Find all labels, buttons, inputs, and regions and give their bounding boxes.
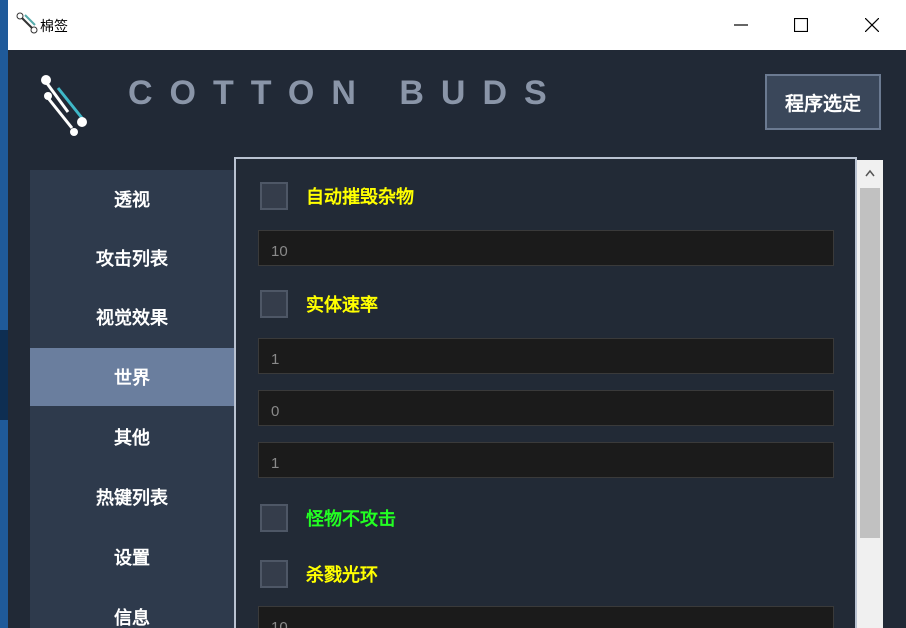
auto-destroy-input[interactable] bbox=[258, 230, 834, 266]
auto-destroy-checkbox[interactable] bbox=[260, 182, 288, 210]
maximize-icon bbox=[794, 18, 808, 32]
sidebar-item-world[interactable]: 世界 bbox=[30, 348, 234, 406]
entity-speed-input-1[interactable] bbox=[258, 338, 834, 374]
close-icon bbox=[865, 18, 879, 32]
cotton-bud-logo-icon bbox=[41, 75, 87, 136]
desktop-background bbox=[0, 330, 8, 420]
app-header-title: COTTON BUDS bbox=[128, 74, 564, 112]
app-window: 棉签 COTTON BUDS 程序选定 透视 攻击列表 视觉效果 世界 其他 热… bbox=[8, 0, 906, 628]
kill-aura-checkbox[interactable] bbox=[260, 560, 288, 588]
window-title: 棉签 bbox=[40, 19, 68, 35]
entity-speed-input-2[interactable] bbox=[258, 390, 834, 426]
sidebar-item-info[interactable]: 信息 bbox=[30, 588, 234, 628]
cotton-bud-icon bbox=[16, 12, 38, 34]
entity-speed-label: 实体速率 bbox=[306, 295, 378, 316]
sidebar-item-settings[interactable]: 设置 bbox=[30, 528, 234, 586]
scroll-up-button[interactable] bbox=[857, 160, 883, 186]
sidebar-item-other[interactable]: 其他 bbox=[30, 408, 234, 466]
content-scrollbar[interactable] bbox=[857, 160, 883, 628]
chevron-up-icon bbox=[865, 169, 875, 177]
minimize-button[interactable] bbox=[718, 0, 764, 50]
maximize-button[interactable] bbox=[778, 0, 824, 50]
kill-aura-label: 杀戮光环 bbox=[306, 565, 378, 586]
sidebar-nav: 透视 攻击列表 视觉效果 世界 其他 热键列表 设置 信息 bbox=[30, 170, 234, 628]
close-button[interactable] bbox=[849, 0, 895, 50]
auto-destroy-label: 自动摧毁杂物 bbox=[306, 187, 414, 208]
mob-no-attack-label: 怪物不攻击 bbox=[306, 509, 396, 530]
mob-no-attack-checkbox[interactable] bbox=[260, 504, 288, 532]
scroll-thumb[interactable] bbox=[860, 188, 880, 538]
kill-aura-input[interactable] bbox=[258, 606, 834, 628]
sidebar-item-attack-list[interactable]: 攻击列表 bbox=[30, 229, 234, 287]
entity-speed-input-3[interactable] bbox=[258, 442, 834, 478]
title-bar: 棉签 bbox=[8, 0, 906, 50]
program-select-button[interactable]: 程序选定 bbox=[765, 74, 881, 130]
sidebar-item-hotkey-list[interactable]: 热键列表 bbox=[30, 468, 234, 526]
entity-speed-checkbox[interactable] bbox=[260, 290, 288, 318]
sidebar-item-perspective[interactable]: 透视 bbox=[30, 170, 234, 228]
sidebar-item-visual-effects[interactable]: 视觉效果 bbox=[30, 288, 234, 346]
minimize-icon bbox=[734, 24, 748, 26]
